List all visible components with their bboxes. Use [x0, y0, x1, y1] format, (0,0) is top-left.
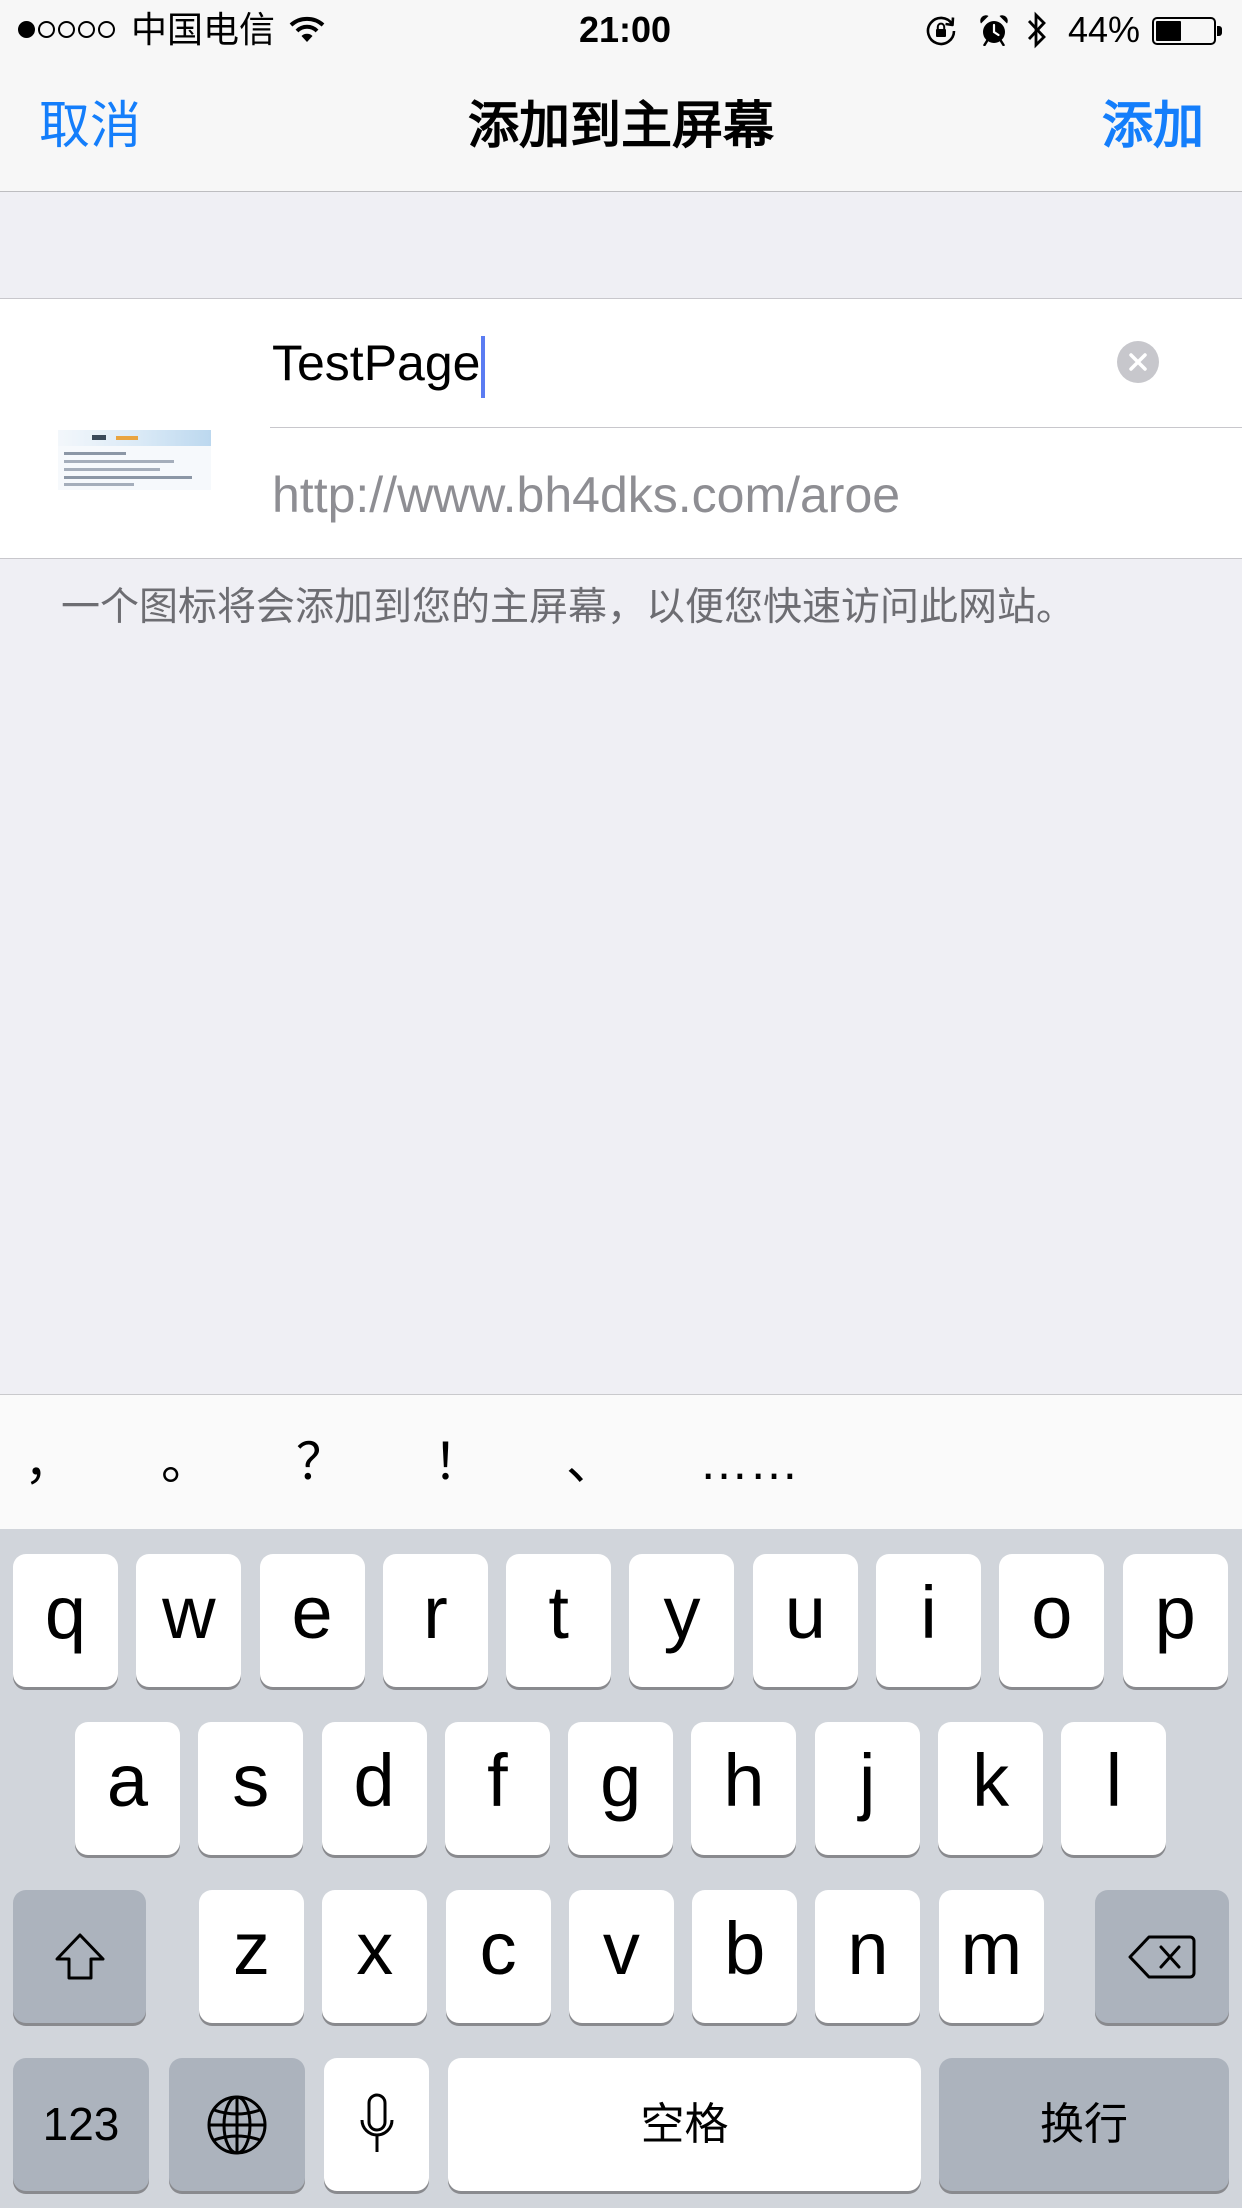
- key-r[interactable]: r: [382, 1554, 488, 1687]
- punctuation-bar: ， 。 ？ ！ 、 ……: [0, 1394, 1242, 1529]
- key-s[interactable]: s: [198, 1722, 304, 1855]
- url-label: http://www.bh4dks.com/aroe: [272, 467, 901, 523]
- key-l[interactable]: l: [1061, 1722, 1167, 1855]
- key-q[interactable]: q: [13, 1554, 118, 1687]
- wifi-icon: [289, 16, 325, 42]
- key-e[interactable]: e: [259, 1554, 365, 1687]
- delete-key[interactable]: [1095, 1890, 1229, 2023]
- top-chrome: 中国电信 21:00 44% 取消 添加到主屏幕 添加: [0, 0, 1242, 192]
- key-v[interactable]: v: [568, 1890, 674, 2023]
- signal-dot: [58, 21, 75, 38]
- battery-terminal: [1217, 26, 1222, 36]
- thumbnail-text-line: [64, 452, 126, 455]
- key-a[interactable]: a: [75, 1722, 180, 1855]
- status-bar: 中国电信 21:00 44%: [0, 0, 1242, 60]
- signal-dot: [98, 21, 115, 38]
- clear-circle-icon: [1117, 341, 1159, 383]
- key-x[interactable]: x: [322, 1890, 428, 2023]
- key-k[interactable]: k: [938, 1722, 1044, 1855]
- title-input-value: TestPage: [272, 335, 481, 391]
- globe-key[interactable]: [169, 2058, 305, 2191]
- keyboard: ， 。 ？ ！ 、 …… q w e r t y u i o p a s d f…: [0, 1394, 1242, 2208]
- microphone-icon: [360, 2093, 393, 2152]
- signal-strength-indicator: [18, 21, 115, 38]
- clear-text-button[interactable]: [1117, 341, 1159, 383]
- signal-dot: [18, 21, 35, 38]
- punctuation-key-exclamation[interactable]: ！: [408, 1395, 508, 1530]
- thumbnail-text-line: [64, 460, 174, 463]
- key-n[interactable]: n: [815, 1890, 921, 2023]
- keyboard-row-1: q w e r t y u i o p: [13, 1554, 1228, 1687]
- punctuation-key-enumeration-comma[interactable]: 、: [541, 1395, 641, 1530]
- space-key[interactable]: 空格: [448, 2058, 921, 2191]
- key-f[interactable]: f: [444, 1722, 550, 1855]
- return-key[interactable]: 换行: [939, 2058, 1229, 2191]
- page-thumbnail: [58, 430, 211, 490]
- key-d[interactable]: d: [321, 1722, 427, 1855]
- field-separator: [270, 427, 1242, 428]
- signal-dot: [78, 21, 95, 38]
- key-j[interactable]: j: [814, 1722, 920, 1855]
- battery-percentage: 44%: [1068, 9, 1141, 50]
- title-input[interactable]: TestPage: [272, 299, 1102, 428]
- thumbnail-highlight: [116, 436, 138, 440]
- keyboard-row-3: z x c v b n m: [199, 1890, 1044, 2023]
- page-title: 添加到主屏幕: [467, 97, 774, 154]
- key-g[interactable]: g: [568, 1722, 674, 1855]
- key-c[interactable]: c: [445, 1890, 551, 2023]
- bluetooth-icon: [1027, 11, 1046, 49]
- orientation-lock-icon: [926, 16, 956, 46]
- alarm-icon: [980, 15, 1008, 46]
- punctuation-key-period[interactable]: 。: [136, 1395, 236, 1530]
- keyboard-row-2: a s d f g h j k l: [75, 1722, 1167, 1855]
- bookmark-form-card: TestPage http://www.bh4dks.com/aroe: [0, 298, 1242, 559]
- carrier-name: 中国电信: [131, 9, 276, 50]
- text-cursor: [481, 335, 486, 398]
- shift-key[interactable]: [13, 1890, 146, 2023]
- shift-icon: [55, 1933, 104, 1979]
- footer-note: 一个图标将会添加到您的主屏幕，以便您快速访问此网站。: [61, 586, 1076, 629]
- battery-fill: [1156, 21, 1181, 41]
- punctuation-key-ellipsis[interactable]: ……: [689, 1395, 809, 1530]
- key-i[interactable]: i: [876, 1554, 982, 1687]
- key-u[interactable]: u: [752, 1554, 858, 1687]
- delete-icon: [1128, 1935, 1196, 1978]
- microphone-key[interactable]: [324, 2058, 429, 2191]
- thumbnail-text-line: [64, 483, 134, 486]
- thumbnail-logo: [92, 435, 106, 440]
- globe-icon: [207, 2095, 267, 2154]
- battery-level-area: [1156, 21, 1212, 41]
- key-t[interactable]: t: [506, 1554, 612, 1687]
- add-button[interactable]: 添加: [1102, 60, 1204, 191]
- numbers-key[interactable]: 123: [13, 2058, 149, 2191]
- key-b[interactable]: b: [692, 1890, 798, 2023]
- key-m[interactable]: m: [938, 1890, 1044, 2023]
- punctuation-key-question[interactable]: ？: [271, 1395, 371, 1530]
- thumbnail-text-line: [64, 468, 160, 471]
- key-z[interactable]: z: [199, 1890, 304, 2023]
- thumbnail-text-line: [64, 476, 192, 479]
- key-w[interactable]: w: [136, 1554, 242, 1687]
- status-time: 21:00: [578, 9, 672, 50]
- signal-dot: [38, 21, 55, 38]
- punctuation-key-comma[interactable]: ，: [0, 1395, 98, 1530]
- key-h[interactable]: h: [691, 1722, 797, 1855]
- battery-icon: [1152, 17, 1216, 45]
- key-o[interactable]: o: [999, 1554, 1105, 1687]
- cancel-button[interactable]: 取消: [39, 60, 141, 191]
- key-y[interactable]: y: [629, 1554, 735, 1687]
- key-p[interactable]: p: [1122, 1554, 1228, 1687]
